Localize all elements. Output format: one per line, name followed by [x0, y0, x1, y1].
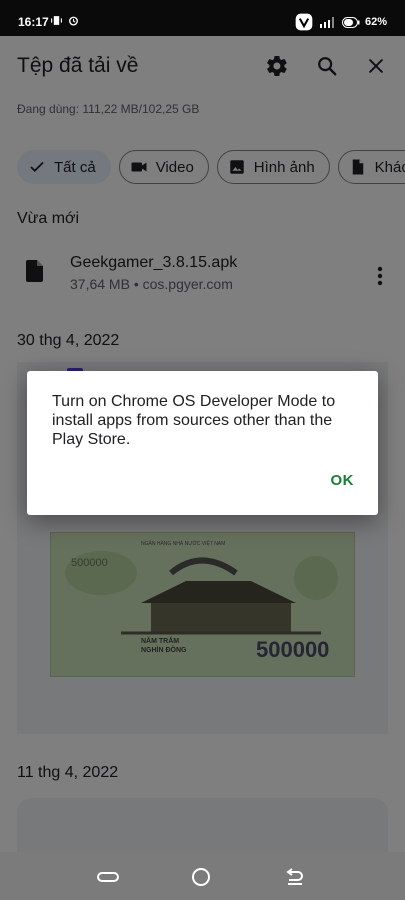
alarm-icon [69, 16, 78, 26]
battery-value: 62 [364, 16, 378, 28]
status-time: 16:17 [18, 15, 49, 29]
battery-icon [341, 16, 360, 28]
home-button[interactable] [190, 866, 212, 888]
status-notification-icons [50, 14, 80, 27]
signal-icon [319, 17, 334, 28]
developer-mode-dialog: Turn on Chrome OS Developer Mode to inst… [27, 371, 378, 515]
recents-button[interactable] [97, 866, 119, 888]
dialog-message: Turn on Chrome OS Developer Mode to inst… [52, 393, 336, 448]
battery-level: 62% [365, 16, 387, 28]
downloads-screen: Tệp đã tải về Đang dùng: 111,22 MB/102,2… [0, 36, 405, 852]
vibrate-icon [51, 16, 62, 25]
shield-icon [295, 13, 313, 31]
battery-unit: % [377, 16, 387, 28]
ok-button[interactable]: OK [331, 472, 355, 489]
recents-icon [97, 872, 119, 882]
navigation-bar [0, 852, 405, 900]
status-right-icons: 62% [294, 12, 387, 32]
back-icon [286, 868, 303, 885]
back-button[interactable] [284, 866, 306, 888]
home-icon [192, 868, 210, 886]
